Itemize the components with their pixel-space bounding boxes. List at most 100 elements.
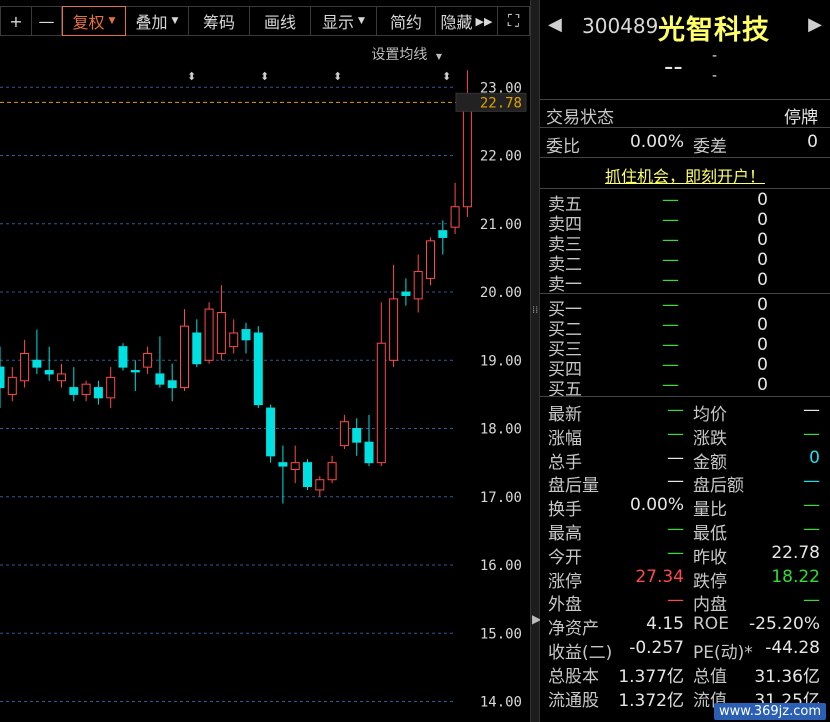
candle[interactable] <box>389 264 399 368</box>
candle[interactable] <box>143 346 153 374</box>
overlay-button[interactable]: 叠加 ▼ <box>126 6 189 36</box>
zoom-out-button[interactable]: — <box>32 6 62 36</box>
candle[interactable] <box>364 414 374 467</box>
draw-line-button[interactable]: 画线 <box>250 6 311 36</box>
buy-volume: 0 <box>757 335 768 355</box>
candle[interactable] <box>327 455 337 484</box>
candle[interactable] <box>216 285 226 361</box>
stat-label: 涨跌 <box>693 428 727 449</box>
candle[interactable] <box>69 367 79 402</box>
stat-value: — <box>803 471 820 492</box>
stat-label: 外盘 <box>548 595 582 616</box>
candle[interactable] <box>253 326 263 409</box>
candle[interactable] <box>462 70 472 217</box>
candle[interactable] <box>376 302 386 467</box>
order-diff-label: 委差 <box>693 137 727 157</box>
stat-label: 昨收 <box>693 547 727 568</box>
candle[interactable] <box>93 380 103 405</box>
simple-button[interactable]: 简约 <box>377 6 436 36</box>
candle[interactable] <box>7 367 17 402</box>
stat-label: 涨幅 <box>548 428 582 449</box>
price-change-pct: - <box>712 68 718 84</box>
candle-body-down <box>278 462 288 467</box>
candle[interactable] <box>352 418 362 456</box>
simple-label: 简约 <box>389 13 422 32</box>
sell-row[interactable]: 卖五 —0 <box>540 190 830 215</box>
candle[interactable] <box>339 414 349 450</box>
drag-grip-icon[interactable]: ⁞⁞ <box>532 305 538 316</box>
stat-row: 最新 — 均价 — <box>540 400 830 425</box>
candle[interactable] <box>266 404 276 463</box>
candle[interactable] <box>438 220 448 255</box>
candle[interactable] <box>20 339 30 388</box>
candle[interactable] <box>401 278 411 306</box>
candle-body-up <box>180 325 189 389</box>
candle[interactable] <box>413 254 423 313</box>
candle-body-up <box>376 342 386 464</box>
buy-row[interactable]: 买二 —0 <box>540 315 830 340</box>
candle[interactable] <box>229 319 239 354</box>
promo-link[interactable]: 抓住机会，即刻开户！ <box>605 167 765 186</box>
candle[interactable] <box>290 445 300 484</box>
last-price: -- <box>664 52 683 82</box>
buy-row[interactable]: 买四 —0 <box>540 355 830 380</box>
sell-row[interactable]: 卖二 —0 <box>540 250 830 275</box>
prev-stock-icon[interactable]: ◀ <box>548 14 562 35</box>
candlestick-plot[interactable]: 22.78 23.00 22.00 21.00 20.00 19.00 18.00 17.0… <box>0 60 530 722</box>
adjust-rights-button[interactable]: 复权 ▼ <box>62 6 126 36</box>
candle-body-up <box>216 312 226 354</box>
candle[interactable] <box>241 322 251 354</box>
candle[interactable] <box>167 363 177 402</box>
sell-row[interactable]: 卖三 —0 <box>540 230 830 255</box>
candle[interactable] <box>81 380 91 402</box>
buy-row[interactable]: 买一 —0 <box>540 295 830 320</box>
chips-button[interactable]: 筹码 <box>189 6 250 36</box>
buy-row[interactable]: 买三 —0 <box>540 335 830 360</box>
sell-row[interactable]: 卖一 — 0 <box>540 270 830 295</box>
sell-level-label: 卖一 <box>548 275 582 295</box>
y-tick-label: 23.00 <box>480 80 522 96</box>
fullscreen-button[interactable]: ⛶ <box>498 6 530 36</box>
candle-body-down <box>253 332 263 406</box>
buy-volume: 0 <box>757 315 768 335</box>
candle-body-down <box>352 428 362 443</box>
candle[interactable] <box>315 476 325 497</box>
buy-row[interactable]: 买五 —0 <box>540 375 830 400</box>
candle[interactable] <box>180 309 189 391</box>
stat-label: 今开 <box>548 547 582 568</box>
candle-body-down <box>93 387 103 399</box>
zoom-in-button[interactable]: + <box>0 6 32 36</box>
divider-line <box>540 157 830 158</box>
hide-button[interactable]: 隐藏 ▶▶ <box>436 6 498 36</box>
candle[interactable] <box>44 346 54 381</box>
fullscreen-icon: ⛶ <box>507 11 520 30</box>
candle[interactable] <box>426 237 435 286</box>
double-chevron-right-icon: ▶▶ <box>475 14 493 28</box>
stat-value: — <box>667 447 684 468</box>
candle[interactable] <box>278 445 288 504</box>
next-stock-icon[interactable]: ▶ <box>808 14 822 35</box>
candle[interactable] <box>118 343 128 371</box>
display-button[interactable]: 显示 ▼ <box>311 6 377 36</box>
candle[interactable] <box>155 336 165 388</box>
kline-chart-area[interactable]: + — 复权 ▼ 叠加 ▼ 筹码 画线 显示 ▼ 简约 隐藏 ▶▶ ⛶ 设置均线 ▼ ⬍… <box>0 0 530 722</box>
candle[interactable] <box>204 302 214 364</box>
stat-label: 金额 <box>693 452 727 473</box>
stat-value: 27.34 <box>635 566 684 587</box>
candle[interactable] <box>57 363 66 388</box>
open-account-promo[interactable]: 抓住机会，即刻开户！ <box>540 160 830 188</box>
candle[interactable] <box>130 360 140 391</box>
candle[interactable] <box>32 329 42 374</box>
panel-divider[interactable]: ⁞⁞ ▶ <box>530 0 541 722</box>
candle-body-down <box>303 462 312 488</box>
candle[interactable] <box>0 346 5 409</box>
candle[interactable] <box>192 319 202 368</box>
sell-row[interactable]: 卖四 —0 <box>540 210 830 235</box>
candle[interactable] <box>106 367 116 409</box>
candle[interactable] <box>303 459 312 490</box>
stock-name: 光智科技 <box>658 15 770 46</box>
candle[interactable] <box>450 182 460 235</box>
stat-label: 总手 <box>548 452 582 473</box>
order-ratio-row: 委比 0.00% 委差 0 <box>540 132 830 157</box>
candle-body-up <box>327 462 337 481</box>
